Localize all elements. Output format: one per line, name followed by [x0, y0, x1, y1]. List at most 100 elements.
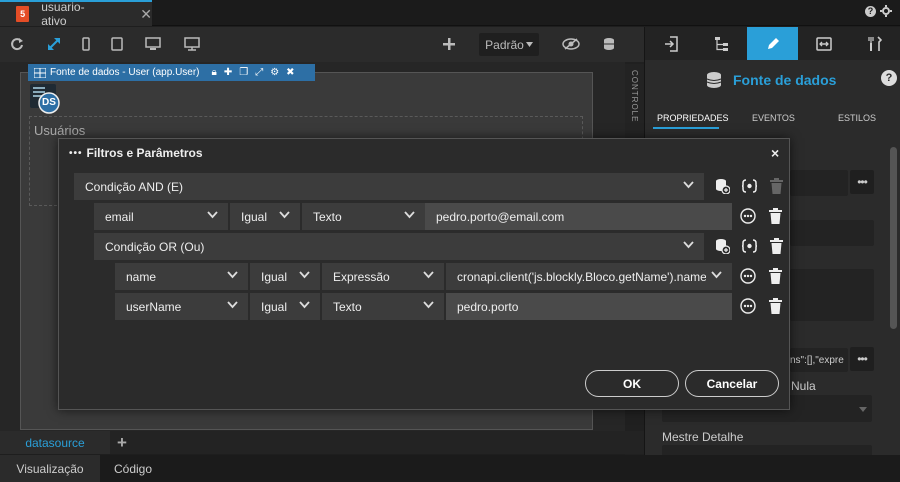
chevron-down-icon	[299, 301, 310, 309]
type-select[interactable]: Texto	[302, 203, 425, 230]
tab-arrows[interactable]	[798, 27, 849, 60]
help-icon[interactable]: ?	[881, 70, 897, 86]
property-field-1[interactable]	[790, 170, 848, 196]
expression-select-value: cronapi.client('js.blockly.Bloco.getName…	[457, 269, 706, 284]
magic-icon[interactable]: ⤢	[255, 67, 263, 78]
value-input[interactable]: pedro.porto@email.com	[425, 203, 732, 230]
tablet-icon[interactable]	[107, 35, 127, 53]
more-button-1[interactable]: •••	[850, 170, 874, 194]
mobile-icon[interactable]	[76, 35, 96, 53]
operator-select-value: Igual	[261, 299, 288, 314]
file-tab-label: usuario-ativo	[41, 0, 85, 28]
mode-select[interactable]: Padrão	[479, 33, 539, 56]
tab-login[interactable]	[645, 27, 696, 60]
or-condition-label: Condição OR (Ou)	[105, 239, 205, 254]
close-icon[interactable]: ✖	[286, 67, 294, 78]
more-options-icon[interactable]	[739, 207, 757, 225]
add-datasource-button[interactable]: +	[117, 433, 127, 453]
login-icon	[664, 35, 678, 52]
add-condition-icon[interactable]	[713, 177, 731, 195]
datasource-chip[interactable]: DS	[30, 84, 62, 114]
filter-expression-field[interactable]: ns":[],"expre	[790, 348, 848, 372]
type-select-value: Texto	[333, 299, 362, 314]
value-input[interactable]: pedro.porto	[446, 293, 732, 320]
panel-title-label: Fonte de dados	[733, 72, 837, 88]
copy-icon[interactable]: ❐	[239, 67, 248, 78]
add-parameter-icon[interactable]	[740, 237, 758, 255]
more-options-icon[interactable]	[739, 267, 757, 285]
datasource-tab[interactable]: datasource	[0, 431, 110, 454]
chevron-down-icon	[279, 211, 290, 219]
delete-icon[interactable]	[767, 237, 785, 255]
type-select[interactable]: Expressão	[322, 263, 444, 290]
tab-tools[interactable]	[849, 27, 900, 60]
subtab-estilos[interactable]: ESTILOS	[838, 113, 876, 123]
field-select[interactable]: name	[115, 263, 248, 290]
expand-icon[interactable]	[44, 35, 64, 53]
and-row-actions	[713, 177, 785, 195]
mode-select-label: Padrão	[485, 37, 524, 52]
usuarios-heading: Usuários	[34, 123, 86, 138]
editor-tab-bar: 5 usuario-ativo ✕ ?	[0, 0, 900, 28]
designer-toolbar: Padrão	[0, 27, 644, 62]
filter-row-email: email Igual Texto pedro.porto@email.com	[94, 203, 732, 230]
type-select[interactable]: Texto	[322, 293, 444, 320]
chevron-down-icon	[404, 211, 415, 219]
chevron-down-icon	[207, 211, 218, 219]
tab-tree[interactable]	[696, 27, 747, 60]
more-options-icon[interactable]	[739, 297, 757, 315]
ok-button[interactable]: OK	[585, 370, 679, 397]
and-condition-row: Condição AND (E)	[74, 173, 704, 200]
field-select[interactable]: userName	[115, 293, 248, 320]
monitor-icon[interactable]	[182, 35, 202, 53]
plus-icon[interactable]: ✚	[224, 67, 232, 78]
add-condition-icon[interactable]	[713, 237, 731, 255]
gear-icon[interactable]	[880, 5, 892, 17]
close-tab-icon[interactable]: ✕	[140, 6, 152, 23]
add-component-icon[interactable]	[439, 35, 459, 53]
and-condition-label: Condição AND (E)	[85, 179, 184, 194]
mestre-detalhe-label: Mestre Detalhe	[662, 430, 744, 444]
refresh-icon[interactable]	[7, 35, 27, 53]
operator-select[interactable]: Igual	[230, 203, 300, 230]
or-condition-select[interactable]: Condição OR (Ou)	[94, 233, 704, 260]
dialog-close-button[interactable]: ×	[771, 145, 779, 161]
grid-icon	[34, 67, 46, 78]
lock-icon[interactable]: 🔒︎	[212, 67, 217, 78]
more-button-2[interactable]: •••	[850, 347, 874, 371]
database-icon[interactable]	[599, 35, 619, 53]
chevron-down-icon	[227, 301, 238, 309]
property-field-3[interactable]	[790, 269, 874, 321]
desktop-icon[interactable]	[143, 35, 163, 53]
subtab-propriedades[interactable]: PROPRIEDADES	[657, 113, 729, 123]
delete-icon[interactable]	[766, 267, 784, 285]
delete-icon[interactable]	[766, 207, 784, 225]
drag-handle-icon[interactable]: •••	[69, 148, 83, 159]
help-icon[interactable]: ?	[865, 5, 876, 17]
datasource-component-bar[interactable]: Fonte de dados - User (app.User) 🔒︎ ✚ ❐ …	[28, 64, 315, 81]
tab-properties[interactable]	[747, 27, 798, 60]
and-condition-select[interactable]: Condição AND (E)	[74, 173, 704, 200]
eye-slash-icon[interactable]	[561, 35, 581, 53]
value-input-text: pedro.porto	[457, 299, 519, 314]
cancel-button[interactable]: Cancelar	[685, 370, 779, 397]
delete-icon-disabled	[767, 177, 785, 195]
operator-select[interactable]: Igual	[250, 293, 320, 320]
subtab-eventos[interactable]: EVENTOS	[752, 113, 795, 123]
file-tab[interactable]: 5 usuario-ativo ✕	[0, 0, 152, 28]
caret-down-icon	[859, 407, 867, 412]
operator-select[interactable]: Igual	[250, 263, 320, 290]
field-select[interactable]: email	[94, 203, 228, 230]
tab-visualizacao[interactable]: Visualização	[0, 455, 100, 482]
sitemap-icon	[714, 36, 728, 51]
expression-select[interactable]: cronapi.client('js.blockly.Bloco.getName…	[446, 263, 732, 290]
add-parameter-icon[interactable]	[740, 177, 758, 195]
panel-tabs	[645, 27, 900, 60]
tab-codigo[interactable]: Código	[100, 455, 166, 482]
property-field-2[interactable]	[790, 220, 874, 246]
panel-scrollbar[interactable]	[890, 147, 897, 329]
datasource-bar-label: Fonte de dados - User (app.User)	[50, 67, 200, 78]
chevron-down-icon	[423, 271, 434, 279]
delete-icon[interactable]	[766, 297, 784, 315]
cog-icon[interactable]: ⚙	[270, 67, 279, 78]
